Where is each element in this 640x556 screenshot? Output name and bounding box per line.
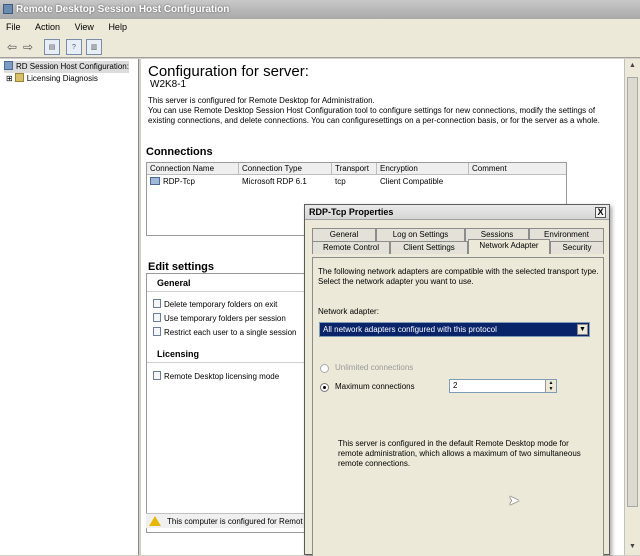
console-tree-icon[interactable]: ▤ [44,39,60,55]
maximum-connections-spinner[interactable]: 2 ▲ ▼ [449,379,557,393]
toolbar: ⇦ ⇨ ▤ ? ▥ [0,36,640,58]
setting-single-session[interactable]: Restrict each user to a single session [153,327,297,337]
tab-log-on-settings[interactable]: Log on Settings [376,228,465,241]
warning-icon [149,516,161,526]
mouse-pointer-icon: ➤ [508,492,520,508]
tab-security[interactable]: Security [550,241,604,254]
remote-mode-note: This server is configured in the default… [338,439,581,468]
unlimited-connections-radio[interactable] [320,364,329,373]
network-connection-icon [150,177,160,185]
expand-icon[interactable]: ⊞ [6,74,13,83]
setting-icon [153,327,161,336]
setting-icon [153,371,161,380]
divider [147,362,305,363]
spin-down-icon[interactable]: ▼ [545,386,556,392]
menu-file[interactable]: File [0,22,27,32]
tab-remote-control[interactable]: Remote Control [312,241,390,254]
column-connection-name[interactable]: Connection Name [147,163,239,175]
menu-action[interactable]: Action [29,22,66,32]
dialog-title-bar: RDP-Tcp Properties X [305,205,609,220]
chevron-down-icon[interactable]: ▼ [577,324,588,335]
connection-name-cell: RDP-Tcp [150,176,195,188]
general-heading: General [157,278,191,288]
divider [147,291,305,292]
connection-type-cell: Microsoft RDP 6.1 [242,177,307,186]
server-icon [4,61,13,70]
setting-icon [153,313,161,322]
server-name: W2K8-1 [150,79,187,90]
scroll-thumb[interactable] [627,77,638,507]
column-encryption[interactable]: Encryption [377,163,469,175]
tab-client-settings[interactable]: Client Settings [390,241,468,254]
close-button[interactable]: X [595,207,606,218]
tab-network-adapter[interactable]: Network Adapter [468,239,550,254]
tree-item-rd-session-host[interactable]: RD Session Host Configuration: [4,61,129,73]
rdp-tcp-properties-dialog: RDP-Tcp Properties X General Log on Sett… [304,204,610,556]
connections-table-header: Connection Name Connection Type Transpor… [147,163,566,175]
forward-arrow-icon[interactable]: ⇨ [20,39,36,55]
back-arrow-icon[interactable]: ⇦ [4,39,20,55]
connections-heading: Connections [146,146,213,158]
column-transport[interactable]: Transport [332,163,377,175]
edit-settings-panel: General Delete temporary folders on exit… [146,273,306,533]
vertical-scrollbar[interactable]: ▲ ▼ [624,59,640,555]
menu-help[interactable]: Help [102,22,133,32]
status-bar: This computer is configured for Remot [146,513,306,528]
maximum-connections-label: Maximum connections [335,382,415,391]
license-icon [14,73,24,82]
tree-item-licensing-diagnosis[interactable]: ⊞ Licensing Diagnosis [6,73,98,85]
app-icon [3,4,13,14]
action-pane-icon[interactable]: ▥ [86,39,102,55]
network-adapter-label: Network adapter: [318,307,379,316]
transport-cell: tcp [335,177,346,186]
menu-bar: File Action View Help [0,19,640,36]
setting-delete-temp-folders[interactable]: Delete temporary folders on exit [153,299,277,309]
setting-icon [153,299,161,308]
help-topics-icon[interactable]: ? [66,39,82,55]
scroll-down-icon[interactable]: ▼ [629,543,636,550]
tab-general[interactable]: General [312,228,376,241]
server-description: This server is configured for Remote Des… [148,96,600,125]
licensing-heading: Licensing [157,349,200,359]
window-title-bar: Remote Desktop Session Host Configuratio… [0,0,640,19]
console-tree: RD Session Host Configuration: ⊞ Licensin… [0,59,139,555]
page-title: Configuration for server: [148,63,309,80]
radio-selected-dot [323,386,326,389]
network-adapter-select[interactable]: All network adapters configured with thi… [319,322,590,337]
column-comment[interactable]: Comment [469,163,566,175]
encryption-cell: Client Compatible [380,177,444,186]
unlimited-connections-label: Unlimited connections [335,363,414,372]
adapter-intro-text: The following network adapters are compa… [318,267,599,286]
window-title: Remote Desktop Session Host Configuratio… [16,4,230,15]
scroll-up-icon[interactable]: ▲ [629,62,636,69]
dialog-title: RDP-Tcp Properties [309,207,394,217]
setting-licensing-mode[interactable]: Remote Desktop licensing mode [153,371,279,381]
network-adapter-panel: The following network adapters are compa… [312,257,604,556]
maximum-connections-radio[interactable] [320,383,329,392]
setting-temp-folders-per-session[interactable]: Use temporary folders per session [153,313,286,323]
column-connection-type[interactable]: Connection Type [239,163,332,175]
edit-settings-heading: Edit settings [148,261,215,273]
menu-view[interactable]: View [69,22,100,32]
